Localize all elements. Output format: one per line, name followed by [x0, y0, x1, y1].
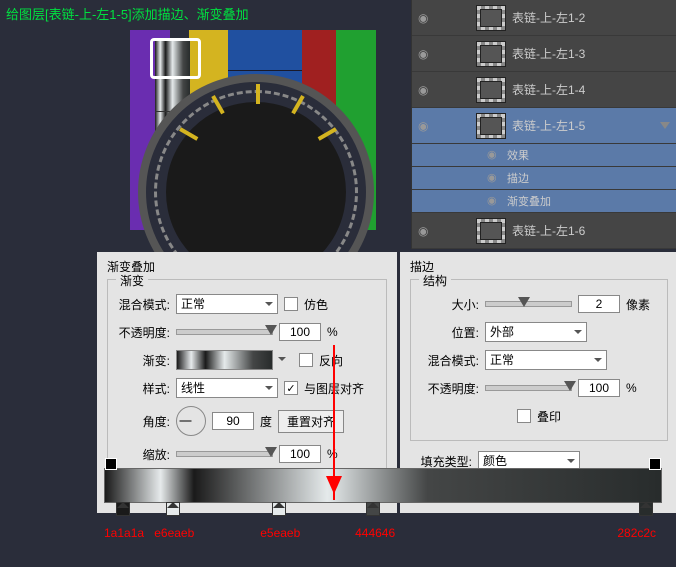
reverse-checkbox[interactable] — [299, 353, 313, 367]
layer-name: 表链-上-左1-2 — [512, 9, 585, 26]
visibility-icon[interactable]: ◉ — [418, 119, 432, 133]
size-slider[interactable] — [485, 301, 572, 307]
layer-thumb-icon — [476, 5, 506, 31]
size-input[interactable]: 2 — [578, 295, 620, 313]
stop-hex-label: 444646 — [355, 526, 395, 540]
stop-hex-label: 1a1a1a — [104, 526, 144, 540]
layer-row-selected[interactable]: ◉ 表链-上-左1-5 — [412, 108, 676, 144]
opacity-input[interactable]: 100 — [279, 323, 321, 341]
style-select[interactable]: 线性 — [176, 378, 278, 398]
layer-name: 表链-上-左1-3 — [512, 45, 585, 62]
layer-row[interactable]: ◉ 表链-上-左1-4 — [412, 72, 676, 108]
dither-checkbox[interactable] — [284, 297, 298, 311]
layer-name: 表链-上-左1-5 — [512, 117, 585, 134]
blend-mode-select[interactable]: 正常 — [176, 294, 278, 314]
selection-marker — [150, 38, 201, 79]
visibility-icon[interactable]: ◉ — [418, 47, 432, 61]
color-stop[interactable] — [166, 502, 180, 516]
document-canvas[interactable] — [100, 20, 410, 250]
visibility-icon[interactable]: ◉ — [418, 224, 432, 238]
panel-title: 渐变叠加 — [107, 258, 387, 275]
visibility-icon[interactable]: ◉ — [487, 148, 501, 162]
stop-hex-label: e6eaeb — [154, 526, 194, 540]
visibility-icon[interactable]: ◉ — [418, 11, 432, 25]
stop-hex-label: 282c2c — [617, 526, 656, 540]
opacity-input[interactable]: 100 — [578, 379, 620, 397]
gradient-picker[interactable] — [176, 350, 273, 370]
color-stop[interactable] — [366, 502, 380, 516]
overprint-checkbox[interactable] — [517, 409, 531, 423]
layer-row[interactable]: ◉ 表链-上-左1-2 — [412, 0, 676, 36]
angle-dial[interactable] — [176, 406, 206, 436]
layer-thumb-icon — [476, 113, 506, 139]
chevron-down-icon[interactable] — [660, 122, 670, 134]
group-label: 渐变 — [116, 272, 148, 289]
visibility-icon[interactable]: ◉ — [487, 194, 501, 208]
layer-thumb-icon — [476, 218, 506, 244]
align-checkbox[interactable]: ✓ — [284, 381, 298, 395]
layer-thumb-icon — [476, 41, 506, 67]
position-select[interactable]: 外部 — [485, 322, 587, 342]
layers-panel: ◉ 表链-上-左1-2 ◉ 表链-上-左1-3 ◉ 表链-上-左1-4 ◉ 表链… — [411, 0, 676, 249]
effects-row[interactable]: ◉效果 — [412, 144, 676, 167]
scale-input[interactable]: 100 — [279, 445, 321, 463]
gradient-editor[interactable]: 1a1a1a e6eaeb e5eaeb 444646 282c2c — [104, 468, 662, 503]
scale-slider[interactable] — [176, 451, 273, 457]
color-stop[interactable] — [639, 502, 653, 516]
group-label: 结构 — [419, 272, 451, 289]
opacity-stop[interactable] — [649, 458, 661, 470]
layer-name: 表链-上-左1-6 — [512, 222, 585, 239]
gradient-ramp[interactable] — [104, 468, 662, 503]
color-stop[interactable] — [272, 502, 286, 516]
opacity-stop[interactable] — [105, 458, 117, 470]
annotation-arrow-icon — [333, 345, 335, 500]
layer-row[interactable]: ◉ 表链-上-左1-3 — [412, 36, 676, 72]
opacity-slider[interactable] — [485, 385, 572, 391]
effect-gradient[interactable]: ◉渐变叠加 — [412, 190, 676, 213]
color-stop[interactable] — [116, 502, 130, 516]
layer-name: 表链-上-左1-4 — [512, 81, 585, 98]
layer-thumb-icon — [476, 77, 506, 103]
visibility-icon[interactable]: ◉ — [418, 83, 432, 97]
layer-row[interactable]: ◉ 表链-上-左1-6 — [412, 213, 676, 249]
angle-input[interactable]: 90 — [212, 412, 254, 430]
stop-hex-label: e5eaeb — [260, 526, 300, 540]
opacity-slider[interactable] — [176, 329, 273, 335]
blend-mode-select[interactable]: 正常 — [485, 350, 607, 370]
effect-stroke[interactable]: ◉描边 — [412, 167, 676, 190]
visibility-icon[interactable]: ◉ — [487, 171, 501, 185]
